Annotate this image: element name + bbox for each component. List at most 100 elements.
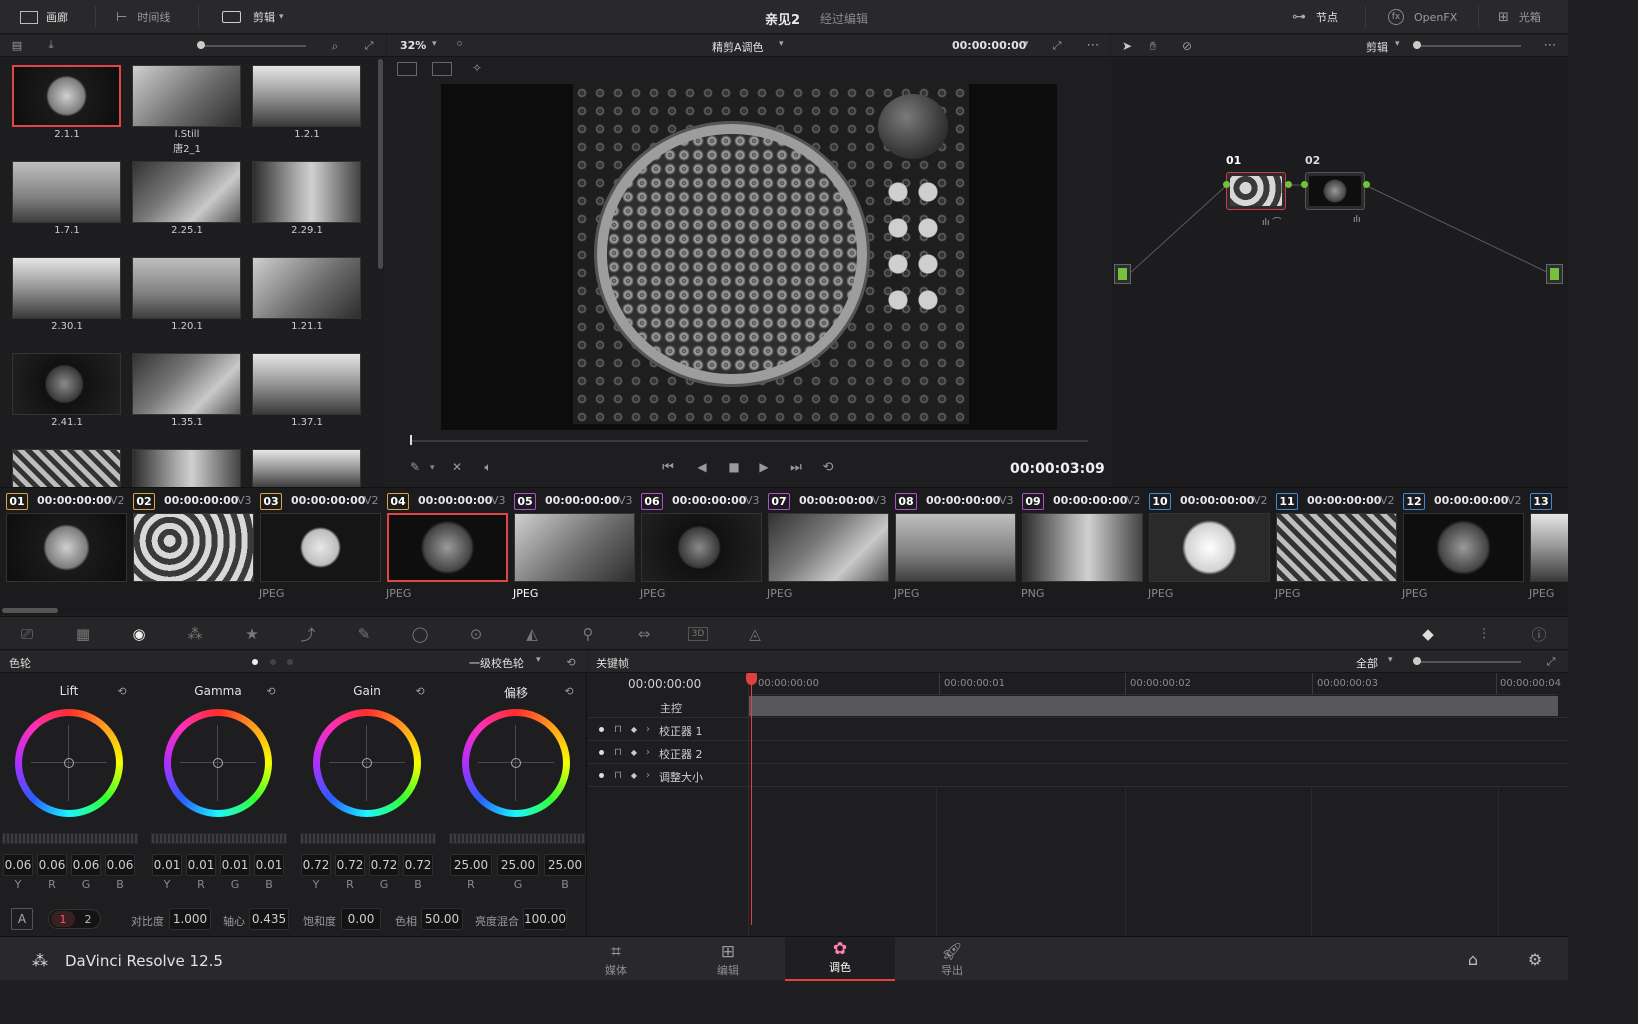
keyframe-filter-select[interactable]: 全部 <box>1356 655 1378 671</box>
lum-mix-field[interactable]: 100.00 <box>523 908 567 930</box>
gallery-still[interactable]: 2.1.1 <box>12 65 122 151</box>
wheel-value-field[interactable]: 25.00 <box>450 854 492 876</box>
skip-end-icon[interactable]: ⏭︎ <box>785 458 807 476</box>
keyframe-row[interactable]: ⊓ ◆ › 校正器 1 <box>588 718 1568 741</box>
reset-icon[interactable]: ⟲ <box>561 683 577 699</box>
reset-icon[interactable]: ⟲ <box>563 654 579 670</box>
master-wheel-slider[interactable] <box>300 833 436 844</box>
master-wheel-slider[interactable] <box>449 833 585 844</box>
warp-icon[interactable]: ◬ <box>744 623 766 645</box>
output-node[interactable] <box>1546 264 1563 284</box>
gallery-still[interactable]: 2.41.1 <box>12 353 122 439</box>
rgb-mixer-icon[interactable]: ⁂ <box>184 623 206 645</box>
zoom-select[interactable]: 32% <box>400 39 426 52</box>
clip-thumbnail[interactable] <box>1276 513 1397 582</box>
gallery-still[interactable] <box>12 449 121 487</box>
sizing-icon[interactable]: ⇔ <box>633 623 655 645</box>
settings-icon[interactable]: ⚙ <box>1525 949 1545 969</box>
wheel-value-field[interactable]: 25.00 <box>544 854 586 876</box>
clip-thumbnail[interactable] <box>387 513 508 582</box>
page-2-button[interactable]: 2 <box>77 911 99 927</box>
wheel-value-field[interactable]: 0.72 <box>301 854 331 876</box>
gallery-still[interactable]: 1.7.1 <box>12 161 122 247</box>
clip-thumbnail[interactable] <box>133 513 254 582</box>
keyframe-zoom-slider[interactable] <box>1416 661 1521 663</box>
master-wheel-slider[interactable] <box>151 833 287 844</box>
clip-thumbnail[interactable] <box>260 513 381 582</box>
chevron-right-icon[interactable]: › <box>642 745 654 759</box>
gallery-still[interactable]: 1.21.1 <box>252 257 362 343</box>
window-icon[interactable]: ◯ <box>409 623 431 645</box>
gallery-still[interactable]: 1.20.1 <box>132 257 242 343</box>
contrast-field[interactable]: 1.000 <box>169 908 211 930</box>
nav-edit[interactable]: ⊞ 编辑 <box>673 940 783 980</box>
magic-wand-icon[interactable]: ✧ <box>467 60 487 76</box>
pointer-icon[interactable]: ➤ <box>1119 38 1135 54</box>
bypass-icon[interactable]: ⊘ <box>1179 38 1195 54</box>
step-back-icon[interactable]: ◀ <box>691 458 713 476</box>
visibility-dot-icon[interactable] <box>599 773 604 778</box>
lightbox-toggle[interactable]: ⊞ 光箱 <box>1498 8 1541 26</box>
lock-icon[interactable]: ⊓ <box>612 722 624 736</box>
reset-icon[interactable]: ⟲ <box>263 683 279 699</box>
clip-thumbnail[interactable] <box>1149 513 1270 582</box>
hue-field[interactable]: 50.00 <box>421 908 463 930</box>
stop-icon[interactable]: ■ <box>723 458 745 476</box>
keyframe-playhead[interactable] <box>751 673 752 925</box>
wheel-value-field[interactable]: 0.01 <box>220 854 250 876</box>
clip-thumbnail[interactable] <box>6 513 127 582</box>
curves-icon[interactable]: ⤴ <box>297 623 319 645</box>
clip-thumbnail[interactable] <box>641 513 762 582</box>
wheel-value-field[interactable]: 0.01 <box>186 854 216 876</box>
wheel-value-field[interactable]: 0.01 <box>254 854 284 876</box>
thumb-size-slider[interactable] <box>198 45 306 47</box>
wheel-value-field[interactable]: 0.06 <box>71 854 101 876</box>
reset-icon[interactable]: ⟲ <box>412 683 428 699</box>
scopes-icon[interactable]: ⫶ <box>1473 623 1495 645</box>
blur-icon[interactable]: ◭ <box>521 623 543 645</box>
wheel-mode-select[interactable]: 一级校色轮 <box>469 655 524 671</box>
hand-icon[interactable]: ✋︎ <box>1145 38 1161 54</box>
more-icon[interactable]: ⋯ <box>1082 37 1104 53</box>
wheel-value-field[interactable]: 0.06 <box>37 854 67 876</box>
reset-icon[interactable]: ⟲ <box>114 683 130 699</box>
gallery-still[interactable]: 2.30.1 <box>12 257 122 343</box>
auto-balance-button[interactable]: A <box>11 908 33 930</box>
chevron-right-icon[interactable]: › <box>642 768 654 782</box>
crossfade-icon[interactable]: ✕ <box>449 459 465 475</box>
viewer-title[interactable]: 精剪A调色 <box>712 39 764 55</box>
3d-icon[interactable]: 3D <box>688 627 708 641</box>
clip-thumbnail[interactable] <box>514 513 635 582</box>
nav-color[interactable]: ✿ 调色 <box>785 937 895 981</box>
gallery-still[interactable] <box>132 449 241 487</box>
pivot-field[interactable]: 0.435 <box>249 908 289 930</box>
gallery-still[interactable]: 1.2.1 <box>252 65 362 151</box>
slider-knob[interactable] <box>1413 41 1421 49</box>
play-icon[interactable]: ▶ <box>753 458 775 476</box>
grid-view-icon[interactable] <box>432 62 452 76</box>
color-wheel[interactable] <box>15 709 123 817</box>
home-icon[interactable]: ⌂ <box>1463 949 1483 969</box>
page-dot-active[interactable] <box>252 659 258 665</box>
keyframe-icon[interactable]: ◆ <box>1417 623 1439 645</box>
motion-effects-icon[interactable]: ★ <box>241 623 263 645</box>
color-wheel[interactable] <box>164 709 272 817</box>
keyframe-row[interactable]: ⊓ ◆ › 校正器 2 <box>588 741 1568 764</box>
fullscreen-icon[interactable]: ⤢ <box>1049 38 1065 54</box>
slider-knob[interactable] <box>1413 657 1421 665</box>
visibility-dot-icon[interactable] <box>599 727 604 732</box>
loop-icon[interactable]: ⟲ <box>817 458 839 476</box>
scrubber-head[interactable] <box>410 435 412 445</box>
camera-raw-icon[interactable]: ⎚ <box>16 623 38 645</box>
clip-thumbnail[interactable] <box>1022 513 1143 582</box>
gallery-still[interactable] <box>252 449 361 487</box>
tracker-icon[interactable]: ⊙ <box>465 623 487 645</box>
expand-icon[interactable]: ⤢ <box>1543 654 1559 670</box>
clip-thumbnail[interactable] <box>1530 513 1568 582</box>
wheel-value-field[interactable]: 0.06 <box>3 854 33 876</box>
sidebar-toggle-icon[interactable]: ▤ <box>8 38 26 52</box>
node-01[interactable] <box>1226 172 1286 210</box>
timeline-toggle[interactable]: ⊢ 时间线 <box>116 8 170 26</box>
wheel-value-field[interactable]: 0.72 <box>403 854 433 876</box>
key-icon[interactable]: ⚲ <box>577 623 599 645</box>
